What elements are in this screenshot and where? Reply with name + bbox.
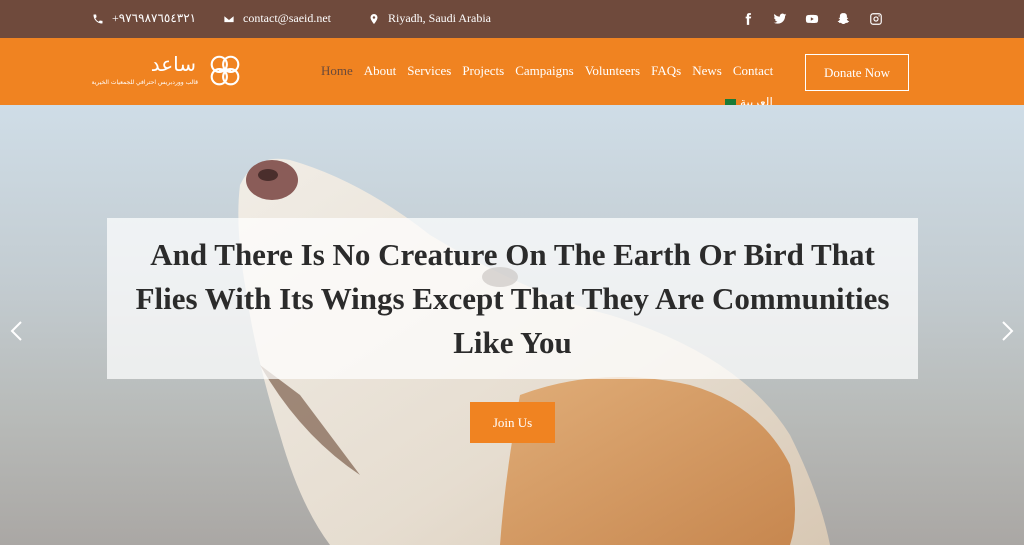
slider-next-arrow[interactable] xyxy=(998,320,1016,342)
logo-name: ساعد xyxy=(150,52,196,76)
chevron-left-icon xyxy=(10,321,22,341)
email-contact[interactable]: contact@saeid.net xyxy=(223,11,331,26)
facebook-icon[interactable] xyxy=(740,11,756,27)
instagram-icon[interactable] xyxy=(868,11,884,27)
youtube-icon[interactable] xyxy=(804,11,820,27)
slider-prev-arrow[interactable] xyxy=(8,320,26,342)
hero-caption: And There Is No Creature On The Earth Or… xyxy=(135,236,890,360)
twitter-icon[interactable] xyxy=(772,11,788,27)
snapchat-icon[interactable] xyxy=(836,11,852,27)
nav-campaigns[interactable]: Campaigns xyxy=(515,63,574,79)
logo-mark-icon xyxy=(210,55,240,86)
phone-contact[interactable]: +٩٧٦٩٨٧٦٥٤٣٢١ xyxy=(92,11,196,26)
envelope-icon xyxy=(223,14,235,23)
email-address: contact@saeid.net xyxy=(243,11,332,25)
location-info: Riyadh, Saudi Arabia xyxy=(368,11,491,26)
nav-projects[interactable]: Projects xyxy=(462,63,504,79)
primary-nav: Home About Services Projects Campaigns V… xyxy=(321,63,773,79)
nav-contact[interactable]: Contact xyxy=(733,63,773,79)
logo-tagline: قالب ووردبريس احترافي للجمعيات الخيرية xyxy=(91,79,198,86)
hero-caption-box: And There Is No Creature On The Earth Or… xyxy=(107,218,918,379)
main-navbar: ساعد قالب ووردبريس احترافي للجمعيات الخي… xyxy=(0,38,1024,109)
map-pin-icon xyxy=(370,13,378,24)
phone-icon xyxy=(93,14,103,23)
join-us-button[interactable]: Join Us xyxy=(470,402,555,443)
site-logo[interactable]: ساعد قالب ووردبريس احترافي للجمعيات الخي… xyxy=(86,52,246,92)
nav-faqs[interactable]: FAQs xyxy=(651,63,681,79)
nav-home[interactable]: Home xyxy=(321,63,353,79)
social-links xyxy=(740,11,884,27)
nav-about[interactable]: About xyxy=(364,63,397,79)
nav-news[interactable]: News xyxy=(692,63,722,79)
nav-services[interactable]: Services xyxy=(407,63,451,79)
chevron-right-icon xyxy=(1002,321,1014,341)
location-text: Riyadh, Saudi Arabia xyxy=(388,11,491,25)
nav-volunteers[interactable]: Volunteers xyxy=(585,63,640,79)
phone-number: +٩٧٦٩٨٧٦٥٤٣٢١ xyxy=(112,11,197,25)
top-bar: +٩٧٦٩٨٧٦٥٤٣٢١ contact@saeid.net Riyadh, … xyxy=(0,0,1024,38)
donate-button[interactable]: Donate Now xyxy=(805,54,909,91)
hero-slider: And There Is No Creature On The Earth Or… xyxy=(0,105,1024,545)
